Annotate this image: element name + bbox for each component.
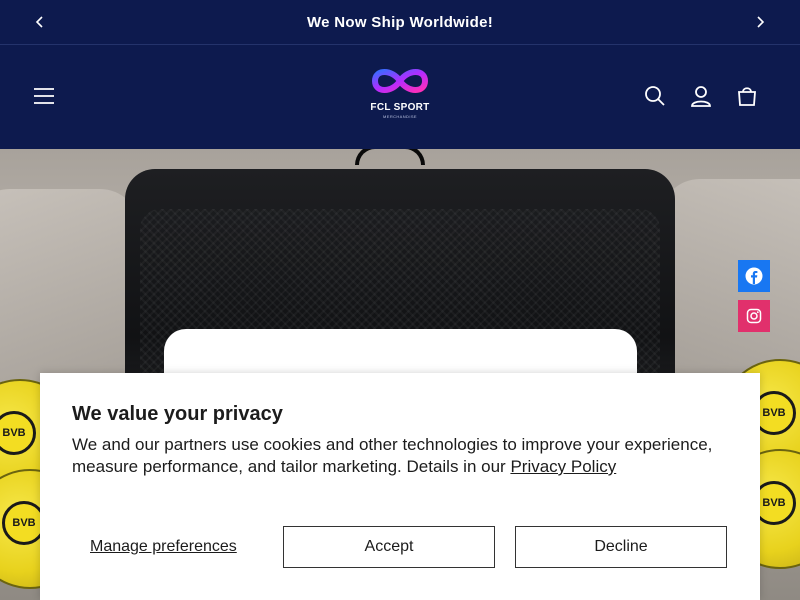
- facebook-button[interactable]: [738, 260, 770, 292]
- announcement-bar: We Now Ship Worldwide!: [0, 0, 800, 44]
- manage-preferences-link[interactable]: Manage preferences: [90, 538, 237, 556]
- site-header: FCL SPORT MERCHANDISE: [0, 45, 800, 149]
- chevron-right-icon: [757, 16, 765, 28]
- cart-button[interactable]: [735, 84, 759, 108]
- cookie-banner-text: We and our partners use cookies and othe…: [72, 434, 732, 478]
- instagram-icon: [746, 308, 762, 324]
- privacy-policy-link[interactable]: Privacy Policy: [510, 457, 616, 476]
- bvb-emblem: BVB: [0, 411, 36, 455]
- instagram-button[interactable]: [738, 300, 770, 332]
- user-icon: [691, 86, 711, 107]
- menu-button[interactable]: [32, 84, 56, 108]
- cookie-banner-title: We value your privacy: [72, 403, 283, 425]
- facebook-icon: [745, 267, 763, 285]
- bag-handle: [355, 149, 425, 165]
- logo-tagline: MERCHANDISE: [383, 114, 417, 119]
- infinity-logo-icon: [371, 69, 429, 93]
- next-announcement-button[interactable]: [750, 12, 770, 32]
- logo-brand-text: FCL SPORT: [370, 102, 430, 113]
- previous-announcement-button[interactable]: [30, 12, 50, 32]
- cookie-banner-description: We and our partners use cookies and othe…: [72, 435, 713, 476]
- cookie-consent-banner: We value your privacy We and our partner…: [40, 373, 760, 600]
- bag-icon: [738, 87, 756, 106]
- accept-button[interactable]: Accept: [283, 526, 495, 568]
- account-button[interactable]: [689, 84, 713, 108]
- logo[interactable]: FCL SPORT MERCHANDISE: [360, 61, 440, 125]
- decline-button[interactable]: Decline: [515, 526, 727, 568]
- search-icon: [645, 86, 665, 106]
- announcement-text: We Now Ship Worldwide!: [306, 13, 494, 31]
- search-button[interactable]: [643, 84, 667, 108]
- chevron-left-icon: [35, 16, 43, 28]
- hamburger-icon: [34, 88, 54, 104]
